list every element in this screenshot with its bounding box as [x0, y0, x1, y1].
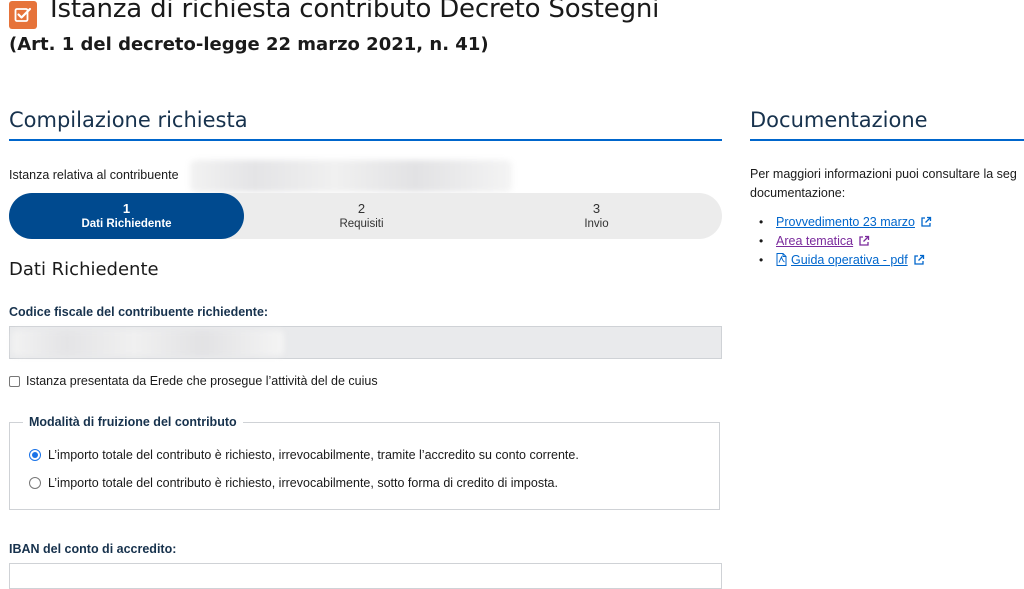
step-number: 1: [122, 200, 131, 216]
external-link-icon: [914, 254, 924, 265]
step-number: 3: [592, 200, 601, 216]
erede-checkbox[interactable]: [9, 375, 20, 387]
docs-intro-line1: Per maggiori informazioni puoi consultar…: [750, 167, 1017, 181]
step-requisiti[interactable]: 2 Requisiti: [244, 193, 479, 239]
documentazione-heading: Documentazione: [750, 108, 928, 132]
step-dati-richiedente[interactable]: 1 Dati Richiedente: [9, 193, 244, 239]
progress-stepper: 1 Dati Richiedente 2 Requisiti 3 Invio: [9, 193, 722, 239]
form-section-heading: Compilazione richiesta: [9, 108, 248, 132]
erede-checkbox-label: Istanza presentata da Erede che prosegue…: [26, 374, 378, 388]
step-label: Dati Richiedente: [81, 217, 172, 230]
docs-intro-line2: documentazione:: [750, 186, 846, 200]
list-item: Provvedimento 23 marzo: [759, 212, 932, 231]
radio-conto-corrente[interactable]: [29, 449, 41, 461]
documentazione-divider: [750, 139, 1024, 141]
option-credito-imposta[interactable]: L’importo totale del contributo è richie…: [29, 476, 558, 490]
modalita-fieldset: [9, 422, 720, 510]
page-subtitle: (Art. 1 del decreto-legge 22 marzo 2021,…: [9, 34, 489, 55]
step-label: Requisiti: [339, 217, 384, 230]
pdf-file-icon: [776, 253, 787, 266]
link-provvedimento[interactable]: Provvedimento 23 marzo: [776, 215, 915, 229]
iban-label: IBAN del conto di accredito:: [9, 542, 177, 556]
modalita-legend: Modalità di fruizione del contributo: [23, 415, 243, 429]
step-label: Invio: [584, 217, 609, 230]
step-number: 2: [357, 200, 366, 216]
contribuente-value-redacted: [190, 160, 512, 192]
page-title: Istanza di richiesta contributo Decreto …: [50, 0, 660, 24]
iban-field[interactable]: [9, 563, 722, 589]
dati-richiedente-heading: Dati Richiedente: [9, 259, 159, 280]
list-item: Area tematica: [759, 231, 932, 250]
erede-checkbox-row[interactable]: Istanza presentata da Erede che prosegue…: [9, 374, 378, 388]
form-heading-divider: [9, 139, 722, 141]
codice-fiscale-value-redacted: [12, 330, 284, 356]
contribuente-label: Istanza relativa al contribuente: [9, 168, 179, 182]
option-conto-corrente[interactable]: L’importo totale del contributo è richie…: [29, 448, 579, 462]
title-checkbox-icon: [9, 1, 37, 29]
option-conto-label: L’importo totale del contributo è richie…: [48, 448, 579, 462]
external-link-icon: [859, 235, 870, 246]
step-invio[interactable]: 3 Invio: [479, 193, 714, 239]
docs-link-list: Provvedimento 23 marzo Area tematica Gui…: [759, 212, 932, 269]
list-item: Guida operativa - pdf: [759, 250, 932, 269]
link-area-tematica[interactable]: Area tematica: [776, 234, 853, 248]
radio-credito-imposta[interactable]: [29, 477, 41, 489]
external-link-icon: [921, 216, 932, 227]
codice-fiscale-label: Codice fiscale del contribuente richiede…: [9, 305, 269, 319]
link-guida-operativa[interactable]: Guida operativa - pdf: [791, 253, 908, 267]
option-credito-label: L’importo totale del contributo è richie…: [48, 476, 558, 490]
